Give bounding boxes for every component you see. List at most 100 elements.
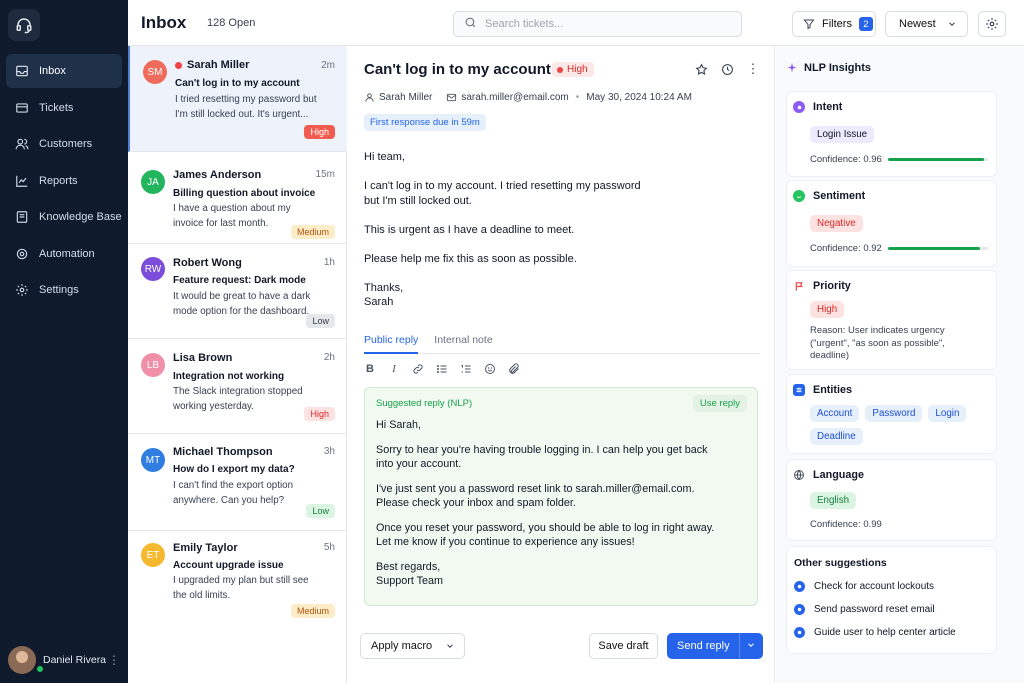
ticket-item[interactable]: ET Emily Taylor 5h Account upgrade issue… — [128, 531, 347, 628]
ticket-actions: ⋮ — [694, 61, 760, 76]
ticket-time: 1h — [323, 257, 335, 268]
italic-icon[interactable]: I — [388, 362, 400, 376]
avatar: LB — [141, 353, 165, 377]
sidebar-item-customers[interactable]: Customers — [6, 127, 122, 161]
bullet-list-icon[interactable] — [436, 362, 448, 376]
ticket-customer-name: Michael Thompson — [173, 446, 273, 458]
ticket-customer-name: James Anderson — [173, 169, 262, 181]
sentiment-title-text: Sentiment — [813, 190, 866, 202]
entity-tag[interactable]: Deadline — [810, 428, 863, 445]
clock-icon[interactable] — [720, 62, 734, 76]
priority-reason: Reason: User indicates urgency ("urgent"… — [810, 325, 945, 361]
headset-icon[interactable] — [8, 9, 40, 41]
other-suggestions-title: Other suggestions — [794, 557, 887, 569]
chevron-down-icon[interactable] — [746, 640, 756, 653]
sidebar-item-label: Automation — [39, 247, 95, 260]
suggested-reply-body[interactable]: Hi Sarah, Sorry to hear you're having tr… — [376, 418, 746, 599]
users-icon — [15, 137, 29, 151]
priority-value: High — [810, 301, 845, 318]
confidence-fill — [887, 247, 980, 250]
link-icon[interactable] — [412, 362, 424, 376]
sidebar-item-reports[interactable]: Reports — [6, 164, 122, 198]
page-title: Inbox — [141, 13, 187, 32]
book-icon — [15, 210, 29, 224]
sidebar-item-label: Reports — [39, 174, 78, 187]
numbered-list-icon[interactable] — [460, 362, 472, 376]
sidebar-item-label: Customers — [39, 138, 93, 150]
message-paragraph: Hi team, — [364, 151, 405, 163]
ticket-icon — [15, 101, 29, 115]
suggestion-item[interactable]: Check for account lockouts — [794, 581, 934, 592]
attachment-icon[interactable] — [508, 362, 520, 376]
intent-icon — [793, 101, 805, 113]
tab-public-reply[interactable]: Public reply — [364, 332, 419, 354]
ticket-item[interactable]: MT Michael Thompson 3h How do I export m… — [128, 434, 347, 531]
entity-tag[interactable]: Login — [928, 405, 967, 422]
filters-button[interactable]: Filters 2 — [792, 11, 876, 37]
avatar: SM — [143, 60, 167, 84]
entities-title-text: Entities — [813, 384, 852, 396]
editor-toolbar: B I — [364, 362, 520, 376]
settings-button[interactable] — [978, 11, 1006, 37]
language-card: Language English Confidence: 0.99 — [786, 459, 997, 541]
save-draft-button[interactable]: Save draft — [589, 633, 658, 659]
chevron-down-icon — [947, 19, 957, 32]
ticket-item[interactable]: JA James Anderson 15m Billing question a… — [128, 152, 347, 244]
suggestion-item[interactable]: Send password reset email — [794, 604, 935, 615]
ticket-item[interactable]: LB Lisa Brown 2h Integration not working… — [128, 339, 347, 434]
emoji-icon[interactable] — [484, 362, 496, 376]
sidebar-item-label: Knowledge Base — [39, 211, 122, 223]
sidebar-item-tickets[interactable]: Tickets — [6, 91, 122, 125]
sentiment-pill-wrap: Negative — [810, 215, 863, 232]
language-pill-wrap: English — [810, 492, 857, 509]
reply-paragraph: Once you reset your password, you should… — [376, 522, 715, 548]
sidebar-item-inbox[interactable]: Inbox — [6, 54, 122, 88]
ticket-item[interactable]: RW Robert Wong 1h Feature request: Dark … — [128, 244, 347, 339]
sidebar-nav: Inbox Tickets Customers Reports Knowledg… — [6, 54, 122, 310]
bold-icon[interactable]: B — [364, 362, 376, 376]
sidebar-item-settings[interactable]: Settings — [6, 273, 122, 307]
filter-icon — [803, 18, 815, 30]
customer-email[interactable]: sarah.miller@email.com — [461, 92, 568, 103]
sla-badge: First response due in 59m — [364, 114, 486, 131]
mail-icon — [446, 92, 457, 103]
reply-tabs: Public reply Internal note — [364, 332, 760, 354]
ticket-customer-name: Sarah Miller — [175, 59, 249, 71]
user-profile[interactable]: Daniel Rivera ⋮ — [8, 645, 120, 675]
ticket-subject: Feature request: Dark mode — [173, 275, 306, 286]
nlp-insights-panel: NLP Insights Intent Login Issue Confiden… — [776, 46, 1024, 683]
entities-title: Entities — [793, 384, 852, 396]
message-paragraph: This is urgent as I have a deadline to m… — [364, 223, 575, 236]
sidebar-item-automation[interactable]: Automation — [6, 237, 122, 271]
send-reply-button[interactable]: Send reply — [667, 633, 763, 659]
confidence-bar — [887, 158, 988, 161]
ticket-time: 2h — [323, 352, 335, 363]
message-paragraph: Thanks, Sarah — [364, 281, 404, 309]
search-input[interactable] — [485, 18, 725, 30]
suggestion-icon — [794, 604, 805, 615]
inbox-icon — [15, 64, 29, 78]
tab-internal-note[interactable]: Internal note — [434, 332, 492, 353]
search-box[interactable] — [453, 11, 742, 37]
insights-header: NLP Insights — [786, 62, 871, 74]
more-vertical-icon[interactable]: ⋮ — [746, 61, 760, 76]
ticket-detail: Can't log in to my account High ⋮ Sarah … — [348, 46, 775, 683]
reply-paragraph: Sorry to hear you're having trouble logg… — [376, 444, 708, 470]
star-icon[interactable] — [694, 62, 708, 76]
sort-dropdown[interactable]: Newest — [885, 11, 968, 37]
entity-tag[interactable]: Account — [810, 405, 860, 422]
ticket-date: May 30, 2024 10:24 AM — [586, 92, 692, 103]
priority-badge: Medium — [290, 604, 335, 618]
intent-card: Intent Login Issue Confidence: 0.96 — [786, 91, 997, 177]
more-vertical-icon[interactable]: ⋮ — [108, 653, 120, 667]
filters-count-badge: 2 — [858, 17, 873, 31]
use-reply-button[interactable]: Use reply — [692, 395, 747, 412]
entity-tag[interactable]: Password — [865, 405, 923, 422]
open-count: 128 Open — [207, 17, 256, 29]
apply-macro-dropdown[interactable]: Apply macro — [360, 633, 465, 659]
ticket-item[interactable]: SM Sarah Miller 2m Can't log in to my ac… — [128, 46, 347, 152]
suggestion-item[interactable]: Guide user to help center article — [794, 627, 956, 638]
reply-paragraph: Best regards, Support Team — [376, 561, 444, 587]
sidebar-item-knowledge-base[interactable]: Knowledge Base — [6, 200, 122, 234]
automation-icon — [15, 247, 29, 261]
